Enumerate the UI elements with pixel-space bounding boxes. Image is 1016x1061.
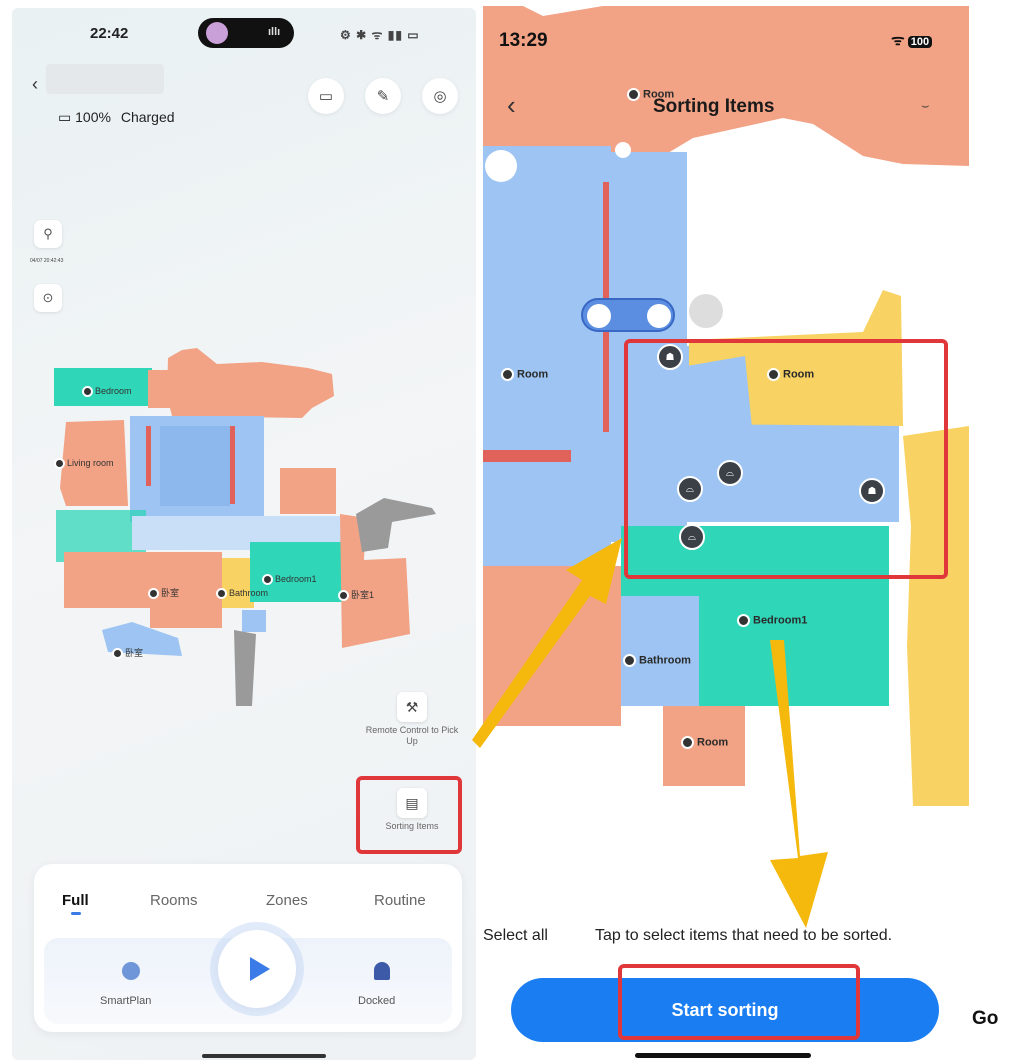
- go-text: Go: [972, 1008, 999, 1029]
- annotation-arrows: [472, 538, 828, 928]
